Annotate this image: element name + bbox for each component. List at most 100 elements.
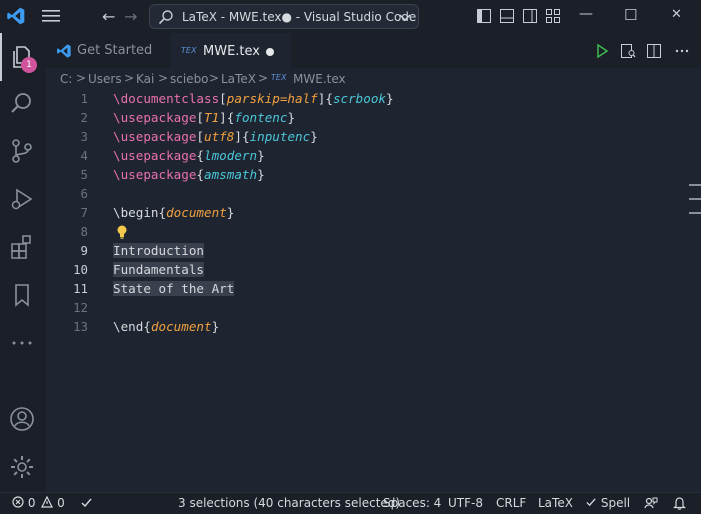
lightbulb-icon[interactable] — [115, 224, 129, 240]
vscode-logo-icon — [57, 44, 71, 58]
command-center[interactable]: LaTeX - MWE.tex● - Visual Studio Code — [149, 4, 419, 29]
line-content[interactable]: \usepackage{lmodern} — [113, 148, 265, 163]
chevron-down-icon[interactable] — [398, 10, 412, 24]
minimize-icon: — — [579, 6, 593, 22]
close-icon: ✕ — [671, 7, 682, 22]
code-line[interactable]: 3 \usepackage[utf8]{inputenc} — [46, 128, 686, 147]
line-content-selected[interactable]: Fundamentals — [113, 262, 204, 277]
window-title: LaTeX - MWE.tex● - Visual Studio Code — [182, 10, 417, 24]
check-icon[interactable] — [80, 496, 93, 512]
code-line[interactable]: 7 \begin{document} — [46, 204, 686, 223]
feedback-icon[interactable] — [644, 496, 658, 513]
code-line[interactable]: 11 State of the Art — [46, 280, 686, 299]
check-icon — [586, 498, 596, 507]
search-icon[interactable] — [8, 89, 36, 117]
code-line[interactable]: 4 \usepackage{lmodern} — [46, 147, 686, 166]
line-content[interactable]: \usepackage{amsmath} — [113, 167, 265, 182]
hamburger-menu-icon[interactable] — [42, 9, 60, 23]
code-line[interactable]: 2 \usepackage[T1]{fontenc} — [46, 109, 686, 128]
line-number: 13 — [73, 319, 88, 334]
customize-layout-icon[interactable] — [545, 8, 561, 24]
error-count: 0 — [27, 496, 36, 510]
scrollbar-selection-markers[interactable] — [689, 184, 701, 214]
breadcrumb-item[interactable]: LaTeX — [221, 72, 256, 86]
breadcrumb-separator: > — [258, 71, 269, 85]
maximize-button[interactable]: ☐ — [609, 0, 655, 33]
split-editor-icon[interactable] — [646, 43, 662, 59]
tab-label: Get Started — [77, 43, 153, 58]
settings-gear-icon[interactable] — [8, 453, 36, 481]
explorer-badge: 1 — [21, 57, 37, 73]
line-content[interactable]: \usepackage[utf8]{inputenc} — [113, 129, 318, 144]
breadcrumb-file[interactable]: MWE.tex — [293, 72, 346, 86]
vscode-logo-icon[interactable] — [6, 6, 26, 26]
tab-label: MWE.tex — [203, 44, 260, 59]
toggle-panel-icon[interactable] — [499, 8, 515, 24]
eol-status[interactable]: CRLF — [496, 496, 526, 510]
status-bar: 0 0 3 selections (40 characters selected… — [0, 492, 701, 514]
line-content[interactable]: \end{document} — [113, 319, 219, 334]
line-number: 6 — [80, 186, 88, 201]
encoding-status[interactable]: UTF-8 — [448, 496, 483, 510]
minimize-button[interactable]: — — [563, 0, 609, 33]
warning-count: 0 — [57, 496, 65, 510]
language-mode[interactable]: LaTeX — [538, 496, 573, 510]
preview-icon[interactable] — [620, 43, 636, 59]
line-number: 2 — [80, 110, 88, 125]
account-icon[interactable] — [8, 405, 36, 433]
more-actions-icon[interactable] — [674, 43, 690, 59]
line-number: 5 — [80, 167, 88, 182]
unsaved-dot-icon[interactable] — [266, 48, 274, 56]
code-line[interactable]: 1 \documentclass[parskip=half]{scrbook} — [46, 90, 686, 109]
more-icon[interactable] — [8, 329, 36, 357]
breadcrumb-separator: > — [124, 71, 135, 85]
breadcrumb-item[interactable]: C: — [60, 72, 72, 86]
breadcrumb-item[interactable]: Kai — [136, 72, 154, 86]
activity-bar: 1 — [0, 33, 46, 492]
tab-mwe-tex[interactable]: TEX MWE.tex — [171, 33, 291, 68]
run-icon[interactable] — [594, 43, 610, 59]
breadcrumb-item[interactable]: Users — [88, 72, 122, 86]
toggle-secondary-sidebar-icon[interactable] — [522, 8, 538, 24]
run-debug-icon[interactable] — [8, 185, 36, 213]
line-number: 1 — [80, 91, 88, 106]
active-indicator — [0, 33, 2, 81]
extensions-icon[interactable] — [8, 233, 36, 261]
back-arrow-icon[interactable]: ← — [102, 7, 115, 26]
line-number: 4 — [80, 148, 88, 163]
problems-indicator[interactable]: 0 0 — [12, 495, 65, 510]
line-content[interactable]: \usepackage[T1]{fontenc} — [113, 110, 295, 125]
breadcrumb-separator: > — [158, 71, 169, 85]
spell-check-status[interactable]: Spell — [585, 496, 630, 510]
source-control-icon[interactable] — [8, 137, 36, 165]
line-number: 10 — [73, 262, 88, 277]
breadcrumb-separator: > — [209, 71, 220, 85]
bookmark-icon[interactable] — [8, 281, 36, 309]
line-number: 3 — [80, 129, 88, 144]
maximize-icon: ☐ — [624, 6, 638, 24]
code-line[interactable]: 10 Fundamentals — [46, 261, 686, 280]
notifications-bell-icon[interactable] — [673, 496, 686, 513]
indentation-status[interactable]: Spaces: 4 — [383, 496, 441, 510]
line-content-selected[interactable]: Introduction — [113, 243, 204, 258]
line-content[interactable]: \documentclass[parskip=half]{scrbook} — [113, 91, 394, 106]
tab-bar: Get Started TEX MWE.tex — [46, 33, 701, 68]
code-line[interactable]: 6 — [46, 185, 686, 204]
code-line[interactable]: 12 — [46, 299, 686, 318]
code-line[interactable]: 8 — [46, 223, 686, 242]
spell-label: Spell — [600, 496, 631, 510]
forward-arrow-icon[interactable]: → — [124, 7, 137, 26]
selection-status[interactable]: 3 selections (40 characters selected) — [178, 496, 400, 510]
breadcrumb-item[interactable]: sciebo — [170, 72, 209, 86]
code-line[interactable]: 13 \end{document} — [46, 318, 686, 337]
toggle-primary-sidebar-icon[interactable] — [476, 8, 492, 24]
line-content-selected[interactable]: State of the Art — [113, 281, 235, 296]
code-line[interactable]: 9 Introduction — [46, 242, 686, 261]
code-editor[interactable]: 1 \documentclass[parskip=half]{scrbook} … — [46, 90, 701, 492]
line-content[interactable]: \begin{document} — [113, 205, 234, 220]
code-line[interactable]: 5 \usepackage{amsmath} — [46, 166, 686, 185]
tab-get-started[interactable]: Get Started — [46, 33, 171, 68]
line-number: 12 — [73, 300, 88, 315]
close-button[interactable]: ✕ — [655, 0, 701, 33]
title-bar: ← → LaTeX - MWE.tex● - Visual Studio Cod… — [0, 0, 701, 33]
